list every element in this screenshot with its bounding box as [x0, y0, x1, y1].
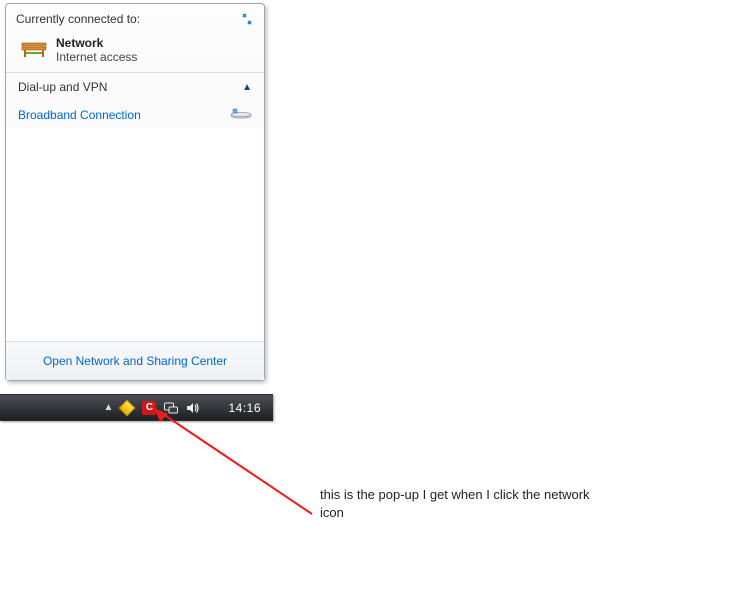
- popup-header: Currently connected to:: [6, 4, 264, 32]
- annotation-arrow: [150, 408, 330, 528]
- volume-tray-icon[interactable]: [184, 399, 202, 417]
- taskbar: ▲ C 14:16: [0, 394, 273, 421]
- comodo-icon[interactable]: C: [140, 399, 158, 417]
- broadband-connection-link[interactable]: Broadband Connection: [18, 108, 141, 122]
- chevron-up-icon: ▲: [242, 82, 252, 93]
- taskbar-clock[interactable]: 14:16: [204, 401, 273, 415]
- popup-body-empty: [6, 128, 264, 341]
- network-flyout: Currently connected to: Network Internet…: [5, 3, 265, 381]
- active-network-texts: Network Internet access: [56, 36, 137, 64]
- network-status: Internet access: [56, 50, 137, 64]
- open-network-sharing-center-link[interactable]: Open Network and Sharing Center: [6, 341, 264, 380]
- annotation-text: this is the pop-up I get when I click th…: [320, 486, 590, 521]
- modem-icon: [230, 107, 252, 122]
- refresh-icon[interactable]: [240, 12, 254, 29]
- tray-overflow-arrow-icon[interactable]: ▲: [100, 402, 116, 413]
- broadband-connection-row[interactable]: Broadband Connection: [6, 101, 264, 128]
- dialup-vpn-section[interactable]: Dial-up and VPN ▲: [6, 73, 264, 101]
- currently-connected-label: Currently connected to:: [16, 12, 140, 26]
- security-shield-icon[interactable]: [118, 399, 136, 417]
- active-network-row[interactable]: Network Internet access: [6, 32, 264, 72]
- bench-icon: [20, 39, 48, 62]
- network-tray-icon[interactable]: [162, 399, 180, 417]
- network-name: Network: [56, 36, 137, 50]
- dialup-vpn-label: Dial-up and VPN: [18, 80, 107, 94]
